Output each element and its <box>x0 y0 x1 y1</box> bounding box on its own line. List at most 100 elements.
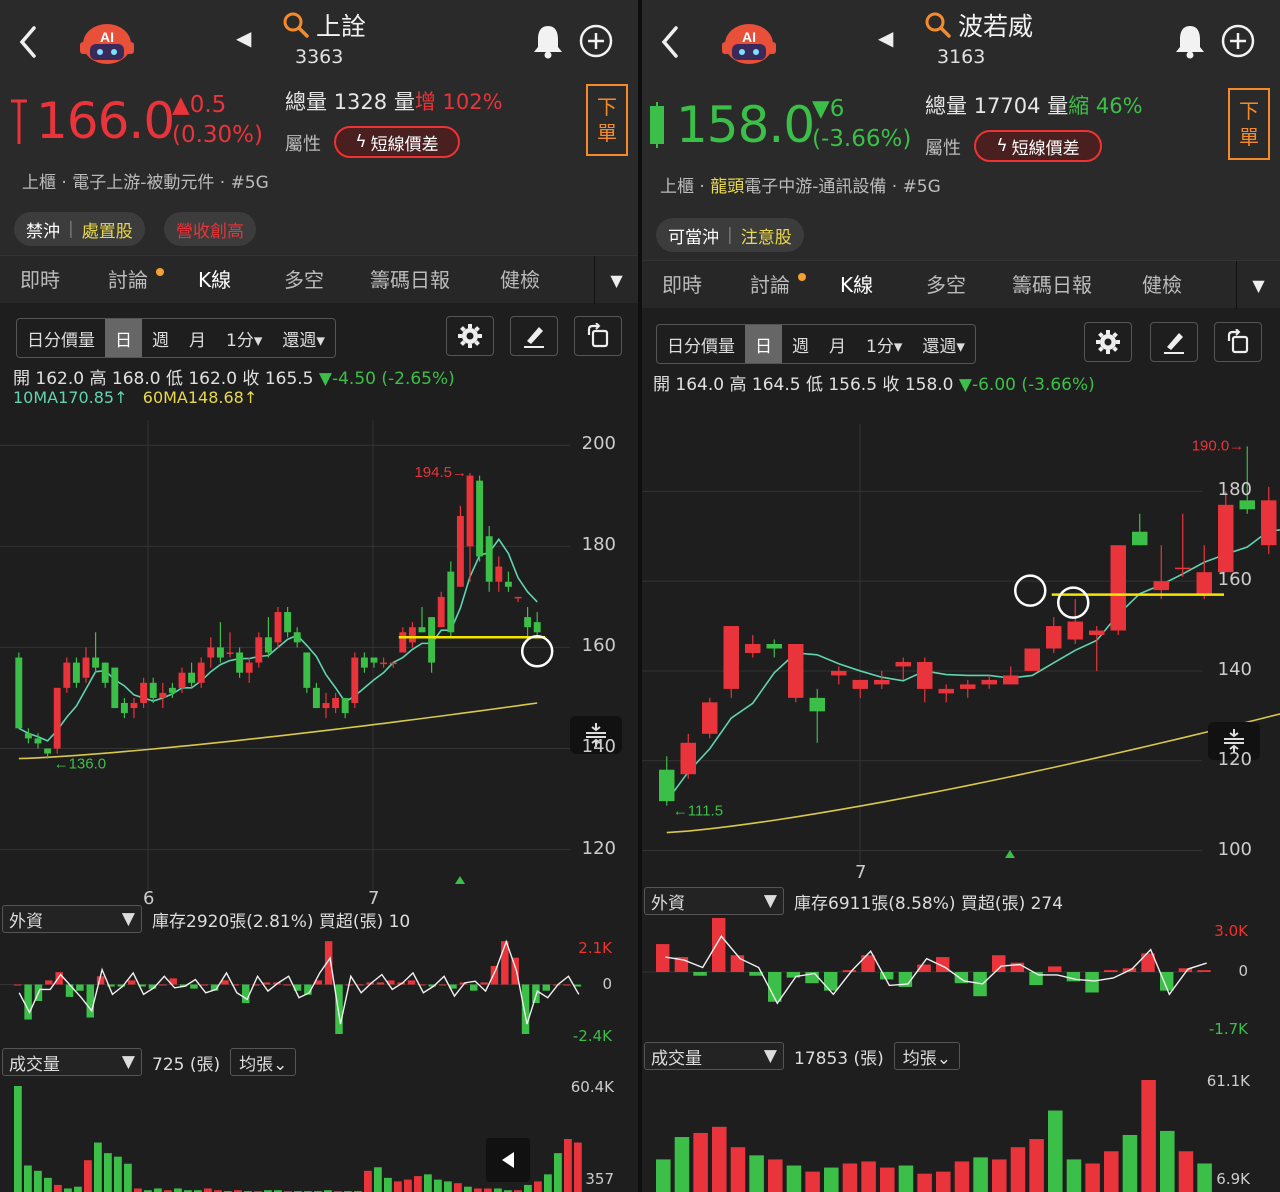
volume-text: 17853 (張) <box>794 1048 884 1069</box>
volume-bar <box>154 1188 162 1192</box>
bell-icon[interactable] <box>1172 22 1208 60</box>
volume-chart[interactable] <box>642 1072 1280 1192</box>
period-4[interactable]: 1分▾ <box>856 325 912 363</box>
period-1[interactable]: 日 <box>105 319 142 357</box>
revenue-high-badge[interactable]: 營收創高 <box>164 212 256 246</box>
trading-status-badge[interactable]: 禁沖 | 處置股 <box>14 212 145 246</box>
price-change: ▲0.5 <box>172 92 227 118</box>
tabs-more-button[interactable]: ▼ <box>1236 261 1280 309</box>
ai-robot-icon[interactable]: AI <box>76 14 138 68</box>
foreign-chart[interactable] <box>0 935 638 1045</box>
new-discussion-dot <box>798 273 806 281</box>
y-tick-label: 120 <box>1217 748 1252 770</box>
period-0[interactable]: 日分價量 <box>17 319 105 357</box>
volume-bar <box>1122 1134 1138 1192</box>
tab-2[interactable]: K線 <box>198 256 231 304</box>
avg-lot-button[interactable]: 均張⌄ <box>893 1042 960 1070</box>
short-term-spread-pill[interactable]: ϟ 短線價差 <box>334 126 460 158</box>
candle <box>514 596 522 602</box>
period-2[interactable]: 週 <box>782 325 819 363</box>
candle <box>524 606 532 638</box>
candle <box>466 473 474 582</box>
tab-3[interactable]: 多空 <box>284 256 324 304</box>
volume-tick-label: 357 <box>585 1170 614 1188</box>
volume-change-dir: 縮 <box>1068 94 1090 118</box>
candle <box>188 662 196 688</box>
tab-2[interactable]: K線 <box>840 261 873 309</box>
foreign-bar <box>842 970 857 972</box>
period-3[interactable]: 月 <box>179 319 216 357</box>
foreign-dropdown-label: 外資 <box>9 911 43 932</box>
volume-bar <box>104 1153 112 1192</box>
x-tick-label: 7 <box>855 862 867 883</box>
candle <box>447 561 455 638</box>
settings-button[interactable] <box>446 316 494 356</box>
period-4[interactable]: 1分▾ <box>216 319 272 357</box>
y-tick-label: 160 <box>1217 569 1252 591</box>
bell-icon[interactable] <box>530 22 566 60</box>
settings-button[interactable] <box>1084 322 1132 362</box>
volume-bar <box>973 1157 988 1192</box>
candle <box>1046 617 1062 653</box>
kline-chart[interactable]: 194.5→ ←136.0 <box>0 420 638 890</box>
ai-robot-icon[interactable]: AI <box>718 14 780 68</box>
period-3[interactable]: 月 <box>819 325 856 363</box>
candle <box>1067 599 1083 644</box>
foreign-dropdown[interactable]: 外資 ▼ <box>2 905 142 933</box>
stock-search[interactable]: 上詮 <box>282 8 366 42</box>
kline-chart[interactable]: 190.0→ ←111.5 <box>642 424 1280 864</box>
period-5[interactable]: 還週▾ <box>912 325 975 363</box>
tab-4[interactable]: 籌碼日報 <box>1012 261 1092 309</box>
order-button[interactable]: 下單 <box>586 84 628 156</box>
app-root: AI ◀ 上詮 3363 166.0 ▲0.5 (0.30%) 總量 1328 … <box>0 0 1280 1192</box>
tab-4[interactable]: 籌碼日報 <box>370 256 450 304</box>
tab-1[interactable]: 討論 <box>750 261 790 309</box>
stock-search[interactable]: 波若威 <box>924 8 1033 42</box>
back-button[interactable] <box>652 20 692 64</box>
tab-5[interactable]: 健檢 <box>1142 261 1182 309</box>
period-5[interactable]: 還週▾ <box>272 319 335 357</box>
tabs-more-button[interactable]: ▼ <box>594 256 638 304</box>
rotate-button[interactable] <box>1214 322 1262 362</box>
foreign-bar <box>86 984 95 1018</box>
volume-chart[interactable] <box>0 1078 638 1192</box>
trading-status-badge[interactable]: 可當沖 | 注意股 <box>656 218 804 252</box>
foreign-dropdown[interactable]: 外資 ▼ <box>644 887 784 915</box>
period-1[interactable]: 日 <box>745 325 782 363</box>
tab-0[interactable]: 即時 <box>662 261 702 309</box>
volume-dropdown[interactable]: 成交量 ▼ <box>2 1048 142 1076</box>
draw-button[interactable] <box>510 316 558 356</box>
stock-code: 3363 <box>295 46 344 68</box>
badge-divider: | <box>68 219 74 239</box>
tab-1[interactable]: 討論 <box>108 256 148 304</box>
short-term-spread-pill[interactable]: ϟ 短線價差 <box>974 130 1102 162</box>
back-button[interactable] <box>10 20 50 64</box>
order-button[interactable]: 下單 <box>1228 88 1270 160</box>
volume-bar <box>768 1159 783 1192</box>
foreign-bar <box>824 972 838 991</box>
candle <box>1153 545 1169 600</box>
add-watchlist-icon[interactable] <box>578 22 614 60</box>
volume-dropdown[interactable]: 成交量 ▼ <box>644 1042 784 1070</box>
avg-lot-button[interactable]: 均張⌄ <box>230 1048 297 1076</box>
add-watchlist-icon[interactable] <box>1220 22 1256 60</box>
triangle-left-icon[interactable]: ◀ <box>236 26 260 56</box>
rotate-button[interactable] <box>574 316 622 356</box>
draw-button[interactable] <box>1150 322 1198 362</box>
tab-0[interactable]: 即時 <box>20 256 60 304</box>
foreign-tick-label: 2.1K <box>578 939 612 957</box>
period-2[interactable]: 週 <box>142 319 179 357</box>
y-tick-label: 180 <box>1217 479 1252 501</box>
foreign-chart[interactable] <box>642 918 1280 1038</box>
period-0[interactable]: 日分價量 <box>657 325 745 363</box>
collapse-panel-button[interactable] <box>486 1138 530 1182</box>
market-label: 上櫃 · <box>660 177 711 197</box>
candle <box>101 662 109 688</box>
tab-5[interactable]: 健檢 <box>500 256 540 304</box>
tab-3[interactable]: 多空 <box>926 261 966 309</box>
triangle-left-icon[interactable]: ◀ <box>878 26 902 56</box>
foreign-bar <box>200 984 209 986</box>
x-tick-label: 6 <box>143 888 155 909</box>
candle <box>236 647 244 678</box>
main-tabs: 即時 討論 K線 多空 籌碼日報 健檢 ▼ <box>642 260 1280 309</box>
